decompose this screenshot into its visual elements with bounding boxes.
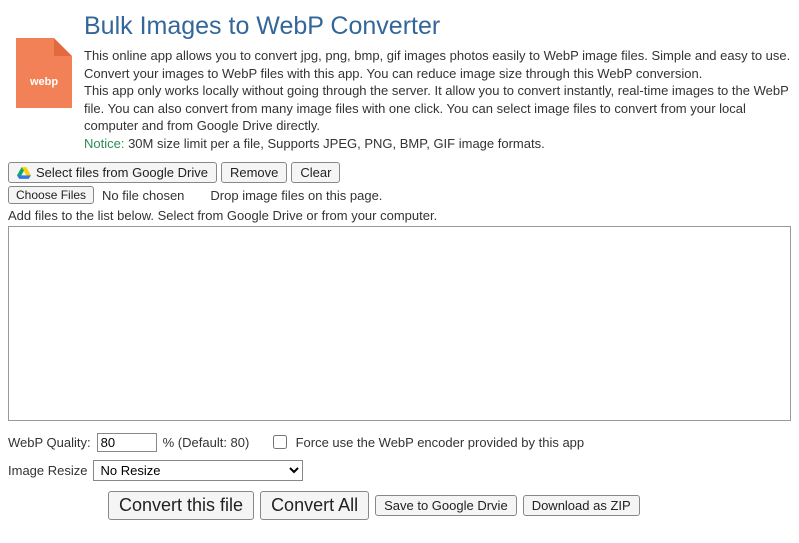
quality-label: WebP Quality: xyxy=(8,435,91,450)
google-drive-icon xyxy=(17,167,31,179)
notice-text: 30M size limit per a file, Supports JPEG… xyxy=(124,136,544,151)
remove-button[interactable]: Remove xyxy=(221,162,287,183)
page-title: Bulk Images to WebP Converter xyxy=(84,12,791,41)
force-encoder-label: Force use the WebP encoder provided by t… xyxy=(296,435,585,450)
convert-all-button[interactable]: Convert All xyxy=(260,491,369,520)
webp-file-icon: webp xyxy=(16,38,72,108)
resize-label: Image Resize xyxy=(8,463,87,478)
file-list-area[interactable] xyxy=(8,226,791,421)
description-paragraph-1: This online app allows you to convert jp… xyxy=(84,48,790,81)
convert-this-button[interactable]: Convert this file xyxy=(108,491,254,520)
download-zip-button[interactable]: Download as ZIP xyxy=(523,495,640,516)
webp-icon-label: webp xyxy=(16,76,72,88)
clear-button[interactable]: Clear xyxy=(291,162,340,183)
quality-input[interactable] xyxy=(97,433,157,452)
add-files-hint: Add files to the list below. Select from… xyxy=(8,208,791,223)
drop-hint: Drop image files on this page. xyxy=(210,188,382,203)
notice-label: Notice: xyxy=(84,136,124,151)
description-paragraph-2: This app only works locally without goin… xyxy=(84,83,789,133)
choose-files-button[interactable]: Choose Files xyxy=(8,186,94,204)
file-chosen-status: No file chosen xyxy=(102,188,184,203)
select-from-drive-label: Select files from Google Drive xyxy=(36,165,208,180)
quality-suffix: % (Default: 80) xyxy=(163,435,250,450)
select-from-drive-button[interactable]: Select files from Google Drive xyxy=(8,162,217,183)
force-encoder-checkbox[interactable] xyxy=(273,435,287,449)
resize-select[interactable]: No Resize xyxy=(93,460,303,481)
save-to-drive-button[interactable]: Save to Google Drvie xyxy=(375,495,517,516)
